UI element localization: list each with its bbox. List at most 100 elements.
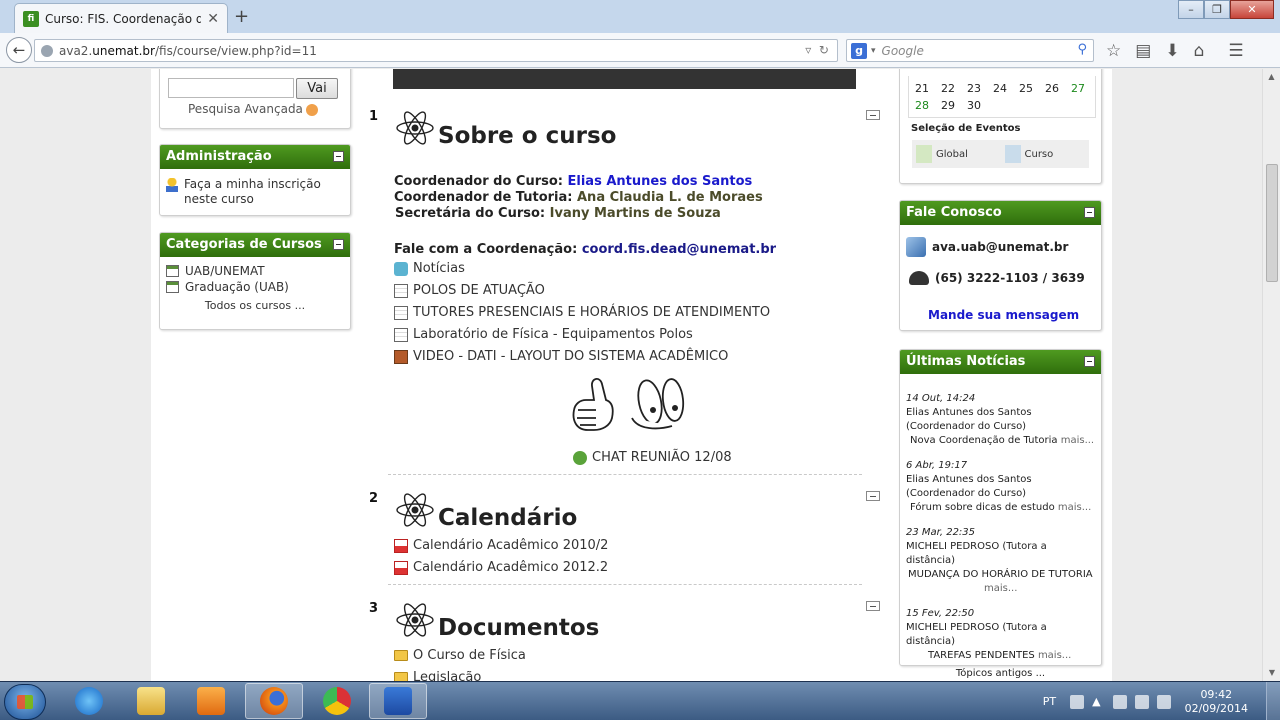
categories-block: Categorias de Cursos UAB/UNEMAT Graduaçã…	[159, 232, 351, 330]
window-close-icon[interactable]: ✕	[1230, 0, 1274, 19]
language-indicator[interactable]: PT	[1043, 695, 1056, 708]
taskbar-word[interactable]	[369, 683, 427, 719]
activity-label: VIDEO - DATI - LAYOUT DO SISTEMA ACADÊMI…	[413, 349, 729, 364]
network-icon[interactable]	[1112, 694, 1127, 709]
search-engine-dropdown-icon[interactable]: ▾	[871, 46, 876, 56]
calendar-day[interactable]: 22	[935, 80, 961, 97]
news-role: (Coordenador do Curso)	[906, 488, 1027, 499]
section-collapse-icon[interactable]	[866, 110, 880, 120]
calendar-day[interactable]: 23	[961, 80, 987, 97]
activity-label: Notícias	[413, 261, 465, 276]
web-search-input[interactable]: g ▾ Google ⚲	[846, 39, 1094, 62]
calendar-day[interactable]: 21	[909, 80, 935, 97]
calendar-day[interactable]: 25	[1013, 80, 1039, 97]
activity-link[interactable]: Calendário Acadêmico 2010/2	[394, 538, 608, 553]
calendar-day[interactable]: 26	[1039, 80, 1065, 97]
advanced-search-link[interactable]: Pesquisa Avançada	[188, 102, 318, 116]
chat-icon	[573, 450, 587, 465]
news-more-link[interactable]: mais...	[1058, 502, 1091, 513]
calendar-day[interactable]: 27	[1065, 80, 1091, 97]
clock[interactable]: 09:42 02/09/2014	[1185, 688, 1248, 716]
calendar-day[interactable]: 28	[909, 97, 935, 114]
event-course-toggle[interactable]: Curso	[1001, 145, 1090, 163]
news-item: 6 Abr, 19:17 Elias Antunes dos Santos (C…	[906, 459, 1095, 515]
taskbar-firefox[interactable]	[245, 683, 303, 719]
section-collapse-icon[interactable]	[866, 601, 880, 611]
page-icon	[394, 283, 408, 298]
scroll-thumb[interactable]	[1266, 164, 1278, 282]
mini-calendar: 21 22 23 24 25 26 27 28 29 30	[908, 76, 1096, 118]
section-collapse-icon[interactable]	[866, 491, 880, 501]
category-item[interactable]: Graduação (UAB)	[166, 279, 344, 295]
show-desktop-button[interactable]	[1266, 682, 1280, 720]
news-more-link[interactable]: mais...	[1061, 435, 1094, 446]
volume-icon[interactable]	[1156, 694, 1171, 709]
activity-label: POLOS DE ATUAÇÃO	[413, 283, 545, 298]
taskbar-media-player[interactable]	[182, 683, 240, 719]
back-arrow-icon[interactable]: ←	[6, 37, 32, 63]
older-topics-link[interactable]: Tópicos antigos ...	[906, 668, 1095, 679]
search-icon[interactable]: ⚲	[1077, 42, 1087, 57]
contact-phone: (65) 3222-1103 / 3639	[909, 271, 1085, 285]
calendar-day[interactable]: 29	[935, 97, 961, 114]
action-center-icon[interactable]	[1134, 694, 1149, 709]
thumbs-up-cartoon-image	[572, 378, 685, 431]
calendar-day[interactable]: 30	[961, 97, 987, 114]
activity-link[interactable]: Legislação	[394, 670, 481, 681]
secretary-name: Ivany Martins de Souza	[549, 206, 721, 221]
tab-close-icon[interactable]: ✕	[207, 11, 219, 27]
search-go-button[interactable]: Vai	[296, 78, 338, 99]
activity-link[interactable]: O Curso de Física	[394, 648, 526, 663]
clock-time: 09:42	[1200, 687, 1233, 701]
maximize-icon[interactable]: ❐	[1204, 0, 1230, 19]
chat-link[interactable]: CHAT REUNIÃO 12/08	[573, 450, 732, 465]
category-item[interactable]: UAB/UNEMAT	[166, 263, 344, 279]
keyboard-icon[interactable]	[1070, 694, 1085, 709]
forum-search-input[interactable]	[168, 78, 294, 98]
atom-icon	[396, 111, 434, 145]
enrol-link[interactable]: Faça a minha inscrição neste curso	[160, 169, 350, 215]
activity-link[interactable]: POLOS DE ATUAÇÃO	[394, 283, 545, 298]
section-separator	[388, 584, 862, 585]
activity-link[interactable]: Notícias	[394, 261, 465, 276]
email-icon	[906, 237, 926, 257]
reload-icon[interactable]: ▿ ↻	[805, 43, 829, 57]
new-tab-icon[interactable]: +	[234, 6, 249, 27]
collapse-icon[interactable]	[1084, 207, 1095, 218]
browser-tab[interactable]: fi Curso: FIS. Coordenação d... ✕	[14, 3, 228, 33]
collapse-icon[interactable]	[1084, 356, 1095, 367]
coordinator-name-link[interactable]: Elias Antunes dos Santos	[568, 174, 753, 189]
video-icon	[394, 349, 408, 364]
menu-icon[interactable]: ☰	[1228, 41, 1243, 61]
url-bar[interactable]: ava2. unemat.br/fis/course/view.php?id=11…	[34, 39, 838, 62]
activity-link[interactable]: TUTORES PRESENCIAIS E HORÁRIOS DE ATENDI…	[394, 305, 770, 320]
contact-email-link[interactable]: coord.fis.dead@unemat.br	[582, 242, 776, 257]
bookmark-star-icon[interactable]: ☆	[1106, 41, 1121, 61]
all-courses-link[interactable]: Todos os cursos ...	[166, 299, 344, 312]
help-icon[interactable]	[305, 103, 318, 116]
taskbar-ie[interactable]	[60, 683, 118, 719]
taskbar-explorer[interactable]	[122, 683, 180, 719]
collapse-icon[interactable]	[333, 239, 344, 250]
send-message-link[interactable]: Mande sua mensagem	[928, 308, 1079, 322]
activity-link[interactable]: VIDEO - DATI - LAYOUT DO SISTEMA ACADÊMI…	[394, 349, 728, 364]
calendar-day[interactable]: 24	[987, 80, 1013, 97]
scroll-up-icon[interactable]: ▲	[1263, 69, 1280, 85]
contact-email[interactable]: ava.uab@unemat.br	[906, 237, 1068, 257]
home-icon[interactable]: ⌂	[1194, 41, 1205, 61]
news-more-link[interactable]: mais...	[1038, 650, 1071, 661]
taskbar-chrome[interactable]	[308, 683, 366, 719]
activity-link[interactable]: Laboratório de Física - Equipamentos Pol…	[394, 327, 693, 342]
scroll-down-icon[interactable]: ▼	[1263, 665, 1280, 681]
file-explorer-icon	[137, 687, 165, 715]
minimize-icon[interactable]: –	[1178, 0, 1204, 19]
start-button[interactable]	[4, 684, 46, 720]
download-icon[interactable]: ⬇	[1165, 41, 1179, 61]
event-global-toggle[interactable]: Global	[912, 145, 1001, 163]
show-hidden-icons-icon[interactable]: ▲	[1092, 695, 1100, 708]
page-scrollbar[interactable]: ▲ ▼	[1262, 69, 1280, 681]
collapse-icon[interactable]	[333, 151, 344, 162]
activity-link[interactable]: Calendário Acadêmico 2012.2	[394, 560, 608, 575]
news-more-link[interactable]: mais...	[906, 582, 1095, 596]
bookmarks-list-icon[interactable]: ▤	[1135, 41, 1151, 61]
